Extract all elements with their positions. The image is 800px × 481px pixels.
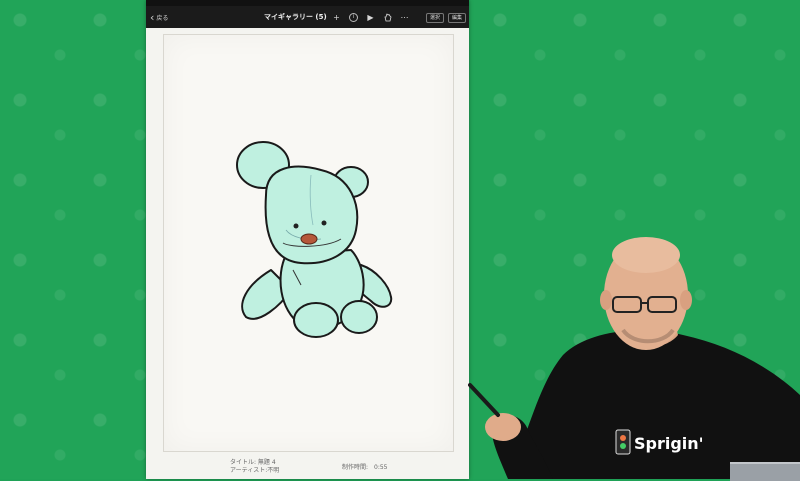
back-button[interactable]: ‹ 戻る bbox=[150, 6, 168, 28]
toolbar-icons: + i ▶ ⋯ bbox=[332, 6, 409, 28]
hand-icon[interactable] bbox=[383, 12, 392, 22]
presenter-video: Sprigin' bbox=[468, 237, 800, 479]
back-label: 戻る bbox=[156, 14, 169, 22]
artwork-time: 制作時間: 0:55 bbox=[342, 464, 388, 471]
select-button[interactable]: 選択 bbox=[426, 13, 445, 23]
shirt-logo: Sprigin' bbox=[634, 434, 704, 453]
play-icon[interactable]: ▶ bbox=[366, 13, 375, 22]
edit-button[interactable]: 編集 bbox=[448, 13, 467, 23]
laptop-edge bbox=[730, 462, 800, 481]
artwork-artist: アーティスト:不明 bbox=[230, 467, 280, 474]
plus-icon[interactable]: + bbox=[332, 13, 341, 22]
teddy-bear-drawing bbox=[236, 141, 393, 338]
chevron-left-icon: ‹ bbox=[150, 10, 155, 24]
gallery-toolbar: ‹ 戻る マイギャラリー (5) + i ▶ ⋯ 選択 編集 bbox=[146, 6, 469, 28]
gallery-title: マイギャラリー (5) bbox=[264, 13, 327, 21]
info-icon[interactable]: i bbox=[349, 12, 358, 22]
tablet-screen: ‹ 戻る マイギャラリー (5) + i ▶ ⋯ 選択 編集 タイトル: 無題 … bbox=[146, 0, 469, 479]
more-icon[interactable]: ⋯ bbox=[400, 13, 409, 22]
